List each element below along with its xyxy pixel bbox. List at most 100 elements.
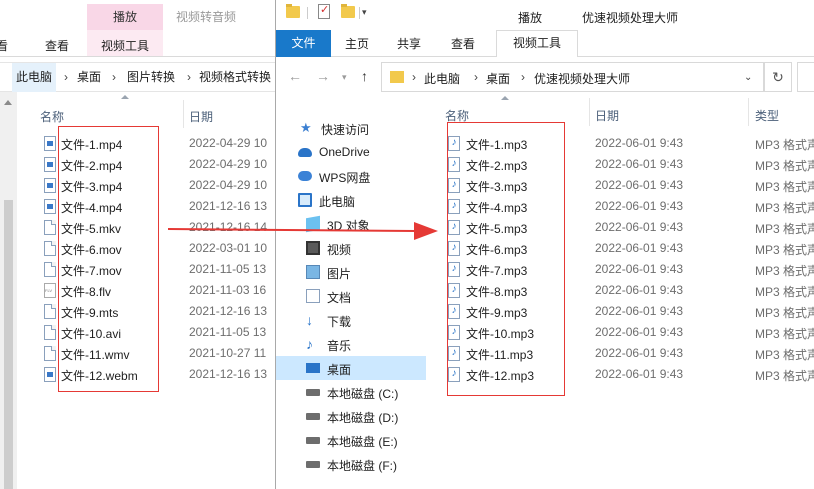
front-context-tab-play[interactable]: 播放 (518, 9, 542, 26)
sidebar-item[interactable]: 文档 (276, 284, 426, 308)
file-date: 2021-11-05 13 (189, 325, 267, 339)
address-dropdown-icon[interactable]: ⌄ (744, 72, 752, 83)
file-date: 2021-12-16 13 (189, 304, 268, 318)
sidebar-item[interactable]: 桌面 (276, 356, 426, 380)
video-file-icon (44, 367, 56, 382)
file-date: 2022-06-01 9:43 (595, 241, 684, 255)
file-type: MP3 格式声 (755, 159, 814, 173)
flv-file-icon (44, 283, 56, 298)
forward-arrow-icon[interactable]: → (316, 68, 330, 84)
refresh-icon[interactable]: ↻ (764, 62, 792, 92)
recent-dropdown-icon[interactable]: ▾ (342, 72, 347, 83)
sidebar-item-label: 下载 (327, 315, 352, 329)
front-column-type[interactable]: 类型 (755, 107, 779, 124)
drive-icon (306, 437, 320, 444)
file-type: MP3 格式声 (755, 180, 814, 194)
chevron-right-icon: › (112, 70, 116, 84)
sort-ascending-icon (121, 95, 129, 99)
back-ribbon-tabs: 看 查看 视频工具 (0, 30, 275, 57)
back-tab-video-tools[interactable]: 视频工具 (101, 37, 149, 54)
column-separator[interactable] (748, 98, 749, 126)
file-type: MP3 格式声 (755, 348, 814, 362)
sidebar-item[interactable]: 本地磁盘 (E:) (276, 428, 426, 452)
sidebar-item[interactable]: 此电脑 (276, 188, 426, 212)
search-input[interactable] (797, 62, 814, 92)
sidebar-item[interactable]: 图片 (276, 260, 426, 284)
file-date: 2022-06-01 9:43 (595, 220, 684, 234)
tab-video-tools[interactable]: 视频工具 (496, 30, 578, 57)
desktop-icon (306, 363, 320, 373)
properties-check-icon[interactable] (318, 3, 330, 19)
file-date: 2022-06-01 9:43 (595, 199, 684, 213)
back-tab-view[interactable]: 查看 (45, 37, 69, 54)
file-date: 2021-11-05 13 (189, 262, 267, 276)
file-date: 2022-06-01 9:43 (595, 157, 684, 171)
chevron-right-icon: › (187, 70, 191, 84)
file-type: MP3 格式声 (755, 243, 814, 257)
back-breadcrumb-this-pc[interactable]: 此电脑 (12, 63, 57, 92)
sidebar-item[interactable]: OneDrive (276, 140, 426, 164)
tab-home[interactable]: 主页 (345, 35, 369, 52)
scroll-up-icon[interactable] (4, 100, 12, 105)
column-separator[interactable] (183, 100, 184, 128)
front-address-bar[interactable]: › 此电脑 › 桌面 › 优速视频处理大师 ⌄ (381, 62, 764, 92)
navigation-pane: ★ 快速访问 OneDrive WPS网盘 此电脑 3D 对象 视频 图片 文档 ↓ 下载 ♪ 音乐桌面… (276, 92, 426, 489)
music-icon: ♪ (306, 336, 313, 352)
tab-view[interactable]: 查看 (451, 35, 475, 52)
sidebar-item-label: 桌面 (327, 363, 352, 377)
drive-icon (306, 461, 320, 468)
source-explorer-window: 播放 视频转音频 看 查看 视频工具 此电脑 › 桌面 › 图片转换 › 视频格… (0, 0, 275, 489)
sidebar-item[interactable]: 本地磁盘 (D:) (276, 404, 426, 428)
scrollbar-thumb[interactable] (4, 200, 13, 489)
file-type: MP3 格式声 (755, 327, 814, 341)
column-separator[interactable] (589, 98, 590, 126)
file-date: 2021-12-16 13 (189, 367, 268, 381)
new-folder-icon[interactable] (341, 4, 355, 18)
sort-ascending-icon (501, 96, 509, 100)
quick-access-dropdown-icon[interactable]: ▾ (362, 7, 367, 18)
video-file-icon (44, 199, 56, 214)
sidebar-item[interactable]: WPS网盘 (276, 164, 426, 188)
sidebar-item[interactable]: 3D 对象 (276, 212, 426, 236)
front-window-title: 优速视频处理大师 (582, 11, 679, 25)
output-explorer-window: ▾ 播放 优速视频处理大师 文件 主页 共享 查看 视频工具 ← → ▾ ↑ ›… (275, 0, 814, 489)
tab-share[interactable]: 共享 (397, 35, 421, 52)
file-type: MP3 格式声 (755, 222, 814, 236)
back-column-header: 名称 日期 (17, 92, 275, 128)
file-date: 2021-12-16 13 (189, 199, 268, 213)
file-type: MP3 格式声 (755, 138, 814, 152)
front-breadcrumb-this-pc[interactable]: 此电脑 (424, 70, 460, 87)
back-breadcrumb-image-convert[interactable]: 图片转换 (127, 63, 175, 92)
back-column-date[interactable]: 日期 (189, 108, 213, 125)
back-breadcrumb-video-convert[interactable]: 视频格式转换 (199, 63, 271, 92)
tab-file[interactable]: 文件 (276, 30, 331, 57)
back-tab-share[interactable]: 看 (0, 37, 8, 54)
sidebar-item[interactable]: ★ 快速访问 (276, 116, 426, 140)
sidebar-item[interactable]: ↓ 下载 (276, 308, 426, 332)
back-address-bar[interactable]: 此电脑 › 桌面 › 图片转换 › 视频格式转换 (0, 62, 275, 92)
front-column-date[interactable]: 日期 (595, 107, 619, 124)
back-arrow-icon[interactable]: ← (288, 68, 302, 84)
sidebar-item[interactable]: 视频 (276, 236, 426, 260)
cloud-icon (298, 148, 312, 157)
videos-icon (306, 241, 320, 255)
sidebar-item[interactable]: 本地磁盘 (C:) (276, 380, 426, 404)
output-files-highlight (447, 122, 565, 396)
folder-icon[interactable] (286, 4, 300, 18)
sidebar-item[interactable]: 本地磁盘 (F:) (276, 452, 426, 476)
back-context-tab-play[interactable]: 播放 (87, 4, 163, 30)
up-arrow-icon[interactable]: ↑ (361, 68, 368, 84)
source-files-highlight (58, 126, 159, 392)
generic-file-icon (44, 220, 56, 235)
front-title-bar: ▾ 播放 优速视频处理大师 (276, 0, 814, 57)
file-date: 2022-06-01 9:43 (595, 367, 684, 381)
pc-icon (298, 193, 312, 207)
front-breadcrumb-folder[interactable]: 优速视频处理大师 (534, 70, 630, 87)
back-breadcrumb-desktop[interactable]: 桌面 (77, 63, 101, 92)
generic-file-icon (44, 346, 56, 361)
sidebar-item[interactable]: ♪ 音乐 (276, 332, 426, 356)
front-breadcrumb-desktop[interactable]: 桌面 (486, 70, 510, 87)
back-column-name[interactable]: 名称 (40, 108, 64, 125)
file-date: 2021-12-16 14 (189, 220, 268, 234)
back-vertical-scrollbar[interactable] (0, 92, 17, 489)
